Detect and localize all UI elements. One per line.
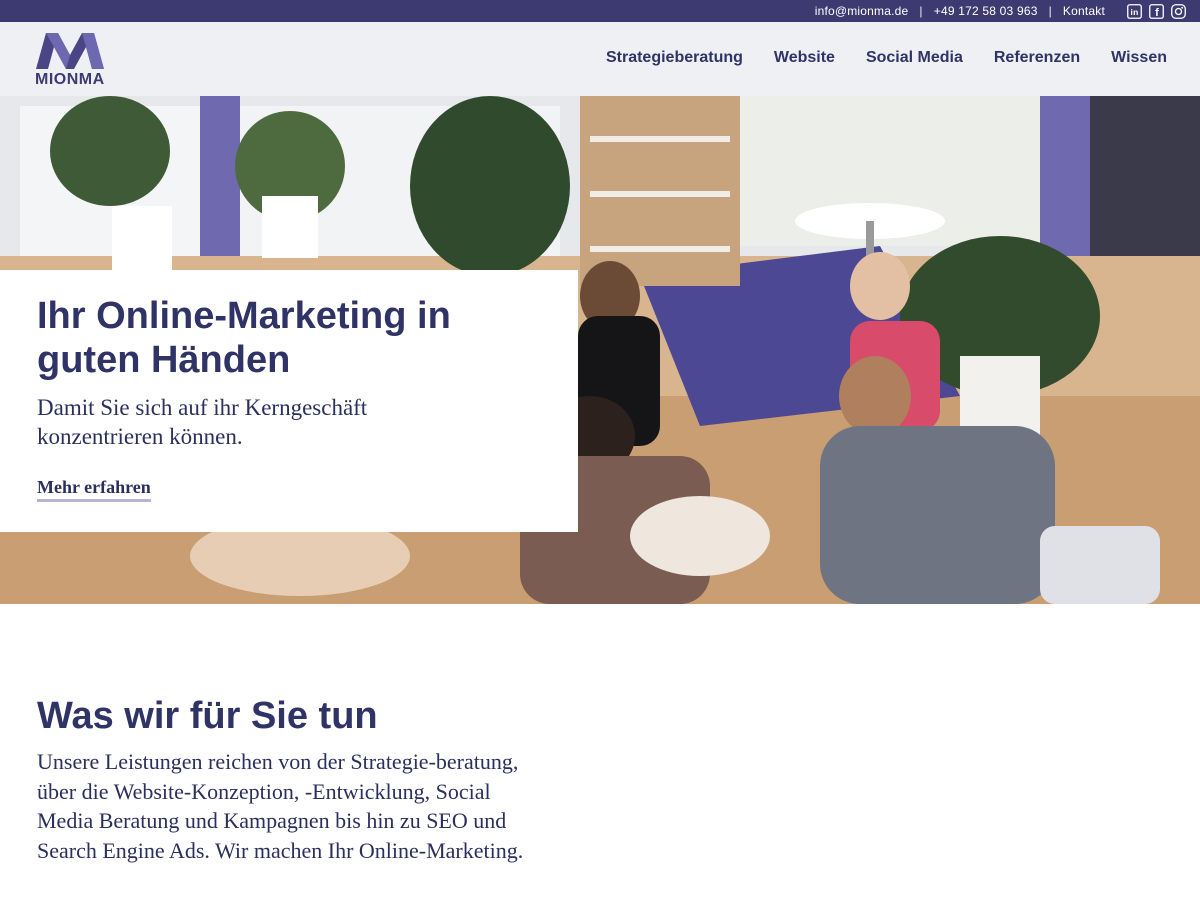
services-heading: Was wir für Sie tun bbox=[37, 695, 378, 737]
logo[interactable]: MIONMA bbox=[34, 31, 106, 89]
instagram-icon[interactable] bbox=[1171, 3, 1186, 19]
nav-item-strategieberatung[interactable]: Strategieberatung bbox=[606, 49, 743, 67]
nav-item-website[interactable]: Website bbox=[774, 49, 835, 67]
separator: | bbox=[919, 4, 923, 18]
nav-item-wissen[interactable]: Wissen bbox=[1111, 49, 1167, 67]
main-nav: Strategieberatung Website Social Media R… bbox=[606, 49, 1167, 67]
separator: | bbox=[1048, 4, 1052, 18]
logo-mark-icon bbox=[36, 33, 104, 69]
social-links: in f bbox=[1127, 3, 1186, 19]
facebook-icon[interactable]: f bbox=[1149, 3, 1164, 19]
logo-text: MIONMA bbox=[35, 71, 105, 88]
services-section: Was wir für Sie tun Unsere Leistungen re… bbox=[37, 694, 557, 865]
nav-item-referenzen[interactable]: Referenzen bbox=[994, 49, 1080, 67]
email-link[interactable]: info@mionma.de bbox=[815, 4, 909, 18]
linkedin-icon[interactable]: in bbox=[1127, 3, 1142, 19]
nav-item-social-media[interactable]: Social Media bbox=[866, 49, 963, 67]
site-header: MIONMA Strategieberatung Website Social … bbox=[0, 22, 1200, 96]
more-info-link[interactable]: Mehr erfahren bbox=[37, 477, 151, 502]
contact-link[interactable]: Kontakt bbox=[1063, 4, 1105, 18]
hero-card: Ihr Online-Marketing in guten Händen Dam… bbox=[0, 270, 578, 532]
services-text: Unsere Leistungen reichen von der Strate… bbox=[37, 749, 524, 863]
svg-text:in: in bbox=[1131, 7, 1139, 17]
hero-subtitle: Damit Sie sich auf ihr Kerngeschäft konz… bbox=[37, 395, 368, 449]
hero-section: Ihr Online-Marketing in guten Händen Dam… bbox=[0, 96, 1200, 604]
svg-text:f: f bbox=[1155, 7, 1159, 19]
top-bar: info@mionma.de | +49 172 58 03 963 | Kon… bbox=[0, 0, 1200, 22]
hero-title: Ihr Online-Marketing in guten Händen bbox=[37, 295, 451, 381]
phone-link[interactable]: +49 172 58 03 963 bbox=[934, 4, 1038, 18]
